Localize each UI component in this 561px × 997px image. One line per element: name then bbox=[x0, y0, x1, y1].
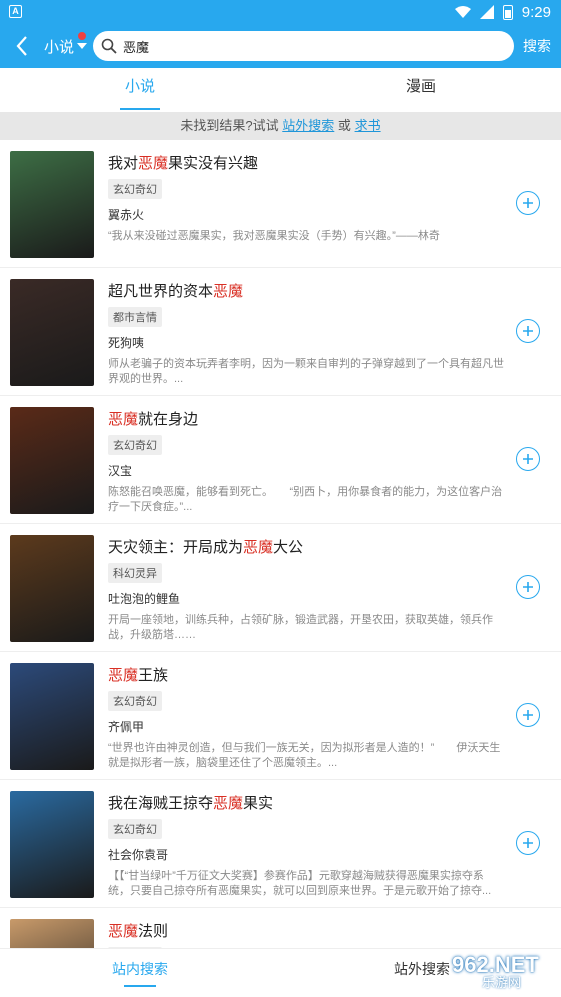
book-author: 齐佩甲 bbox=[108, 720, 145, 734]
book-title: 我在海贼王掠夺恶魔果实 bbox=[108, 792, 273, 813]
add-to-shelf-button[interactable] bbox=[516, 191, 540, 215]
book-list-item[interactable]: 我在海贼王掠夺恶魔果实 玄幻奇幻 社会你袁哥 【【“甘当绿叶”千万征文大奖赛】参… bbox=[0, 780, 561, 908]
title-pre: 我在海贼王掠夺 bbox=[108, 795, 214, 812]
book-description: “我从来没碰过恶魔果实，我对恶魔果实没（手势）有兴趣。”——林奇 bbox=[108, 230, 440, 242]
title-post: 法则 bbox=[138, 923, 169, 940]
no-result-notice: 未找到结果?试试 站外搜索 或 求书 bbox=[0, 112, 561, 140]
plus-icon bbox=[523, 582, 533, 592]
plus-icon bbox=[523, 326, 533, 336]
back-arrow-icon bbox=[16, 36, 27, 56]
title-highlight: 恶魔 bbox=[108, 923, 139, 940]
book-list-item[interactable]: 天灾领主：开局成为恶魔大公 科幻灵异 吐泡泡的鲤鱼 开局一座领地，训练兵种，占领… bbox=[0, 524, 561, 652]
search-icon bbox=[101, 38, 117, 54]
book-title: 天灾领主：开局成为恶魔大公 bbox=[108, 536, 303, 557]
plus-icon bbox=[523, 454, 533, 464]
title-pre: 天灾领主：开局成为 bbox=[108, 539, 244, 556]
book-description: “世界也许由神灵创造，但与我们一族无关，因为拟形者是人造的！” 伊沃天生就是拟形… bbox=[108, 742, 501, 769]
app-bar: 小说 恶魔 搜索 bbox=[0, 24, 561, 68]
result-tabs: 小说 漫画 bbox=[0, 68, 561, 112]
book-list-item[interactable]: 恶魔就在身边 玄幻奇幻 汉宝 陈怒能召唤恶魔，能够看到死亡。 “别西卜，用你暴食… bbox=[0, 396, 561, 524]
book-author: 翼赤火 bbox=[108, 208, 145, 222]
tab-indicator bbox=[120, 108, 160, 110]
book-list-item[interactable]: 超凡世界的资本恶魔 都市言情 死狗咦 师从老骗子的资本玩弄者李明，因为一颗来自审… bbox=[0, 268, 561, 396]
genre-tag: 玄幻奇幻 bbox=[108, 819, 162, 839]
battery-icon bbox=[502, 4, 513, 20]
book-description: 开局一座领地，训练兵种，占领矿脉，锻造武器，开垦农田，获取英雄，领兵作战，升级筋… bbox=[108, 614, 493, 641]
status-icons: 9:29 bbox=[454, 3, 551, 21]
book-author: 死狗咦 bbox=[108, 336, 145, 350]
book-title: 超凡世界的资本恶魔 bbox=[108, 280, 243, 301]
book-title: 恶魔王族 bbox=[108, 664, 168, 685]
notification-dot bbox=[78, 32, 86, 40]
plus-icon bbox=[523, 198, 533, 208]
plus-icon bbox=[523, 710, 533, 720]
genre-tag: 玄幻奇幻 bbox=[108, 435, 162, 455]
title-pre: 我对 bbox=[108, 155, 139, 172]
book-cover bbox=[10, 663, 94, 770]
tab-inner-search[interactable]: 站内搜索 bbox=[112, 959, 168, 979]
status-bar: A 9:29 bbox=[0, 0, 561, 24]
book-list-item[interactable]: 我对恶魔果实没有兴趣 玄幻奇幻 翼赤火 “我从来没碰过恶魔果实，我对恶魔果实没（… bbox=[0, 140, 561, 268]
category-dropdown[interactable]: 小说 bbox=[44, 32, 88, 58]
title-highlight: 恶魔 bbox=[138, 155, 169, 172]
book-author: 汉宝 bbox=[108, 464, 133, 478]
book-description: 【【“甘当绿叶”千万征文大奖赛】参赛作品】元歌穿越海贼获得恶魔果实掠夺系统，只要… bbox=[108, 870, 492, 897]
book-title: 恶魔就在身边 bbox=[108, 408, 198, 429]
book-description: 陈怒能召唤恶魔，能够看到死亡。 “别西卜，用你暴食者的能力，为这位客户治疗一下厌… bbox=[108, 486, 503, 513]
back-button[interactable] bbox=[8, 32, 36, 60]
book-author: 社会你袁哥 bbox=[108, 848, 169, 862]
tab-comic[interactable]: 漫画 bbox=[389, 68, 453, 112]
notice-or: 或 bbox=[337, 118, 351, 133]
book-list: 我对恶魔果实没有兴趣 玄幻奇幻 翼赤火 “我从来没碰过恶魔果实，我对恶魔果实没（… bbox=[0, 140, 561, 997]
genre-tag: 玄幻奇幻 bbox=[108, 179, 162, 199]
title-highlight: 恶魔 bbox=[213, 283, 244, 300]
title-pre: 超凡世界的资本 bbox=[108, 283, 214, 300]
book-author: 吐泡泡的鲤鱼 bbox=[108, 592, 181, 606]
book-cover bbox=[10, 407, 94, 514]
search-button[interactable]: 搜索 bbox=[523, 36, 551, 56]
book-title: 我对恶魔果实没有兴趣 bbox=[108, 152, 258, 173]
book-cover bbox=[10, 535, 94, 642]
watermark-sub: 乐游网 bbox=[482, 975, 522, 990]
genre-tag: 都市言情 bbox=[108, 307, 162, 327]
add-to-shelf-button[interactable] bbox=[516, 319, 540, 343]
clock: 9:29 bbox=[521, 3, 551, 21]
title-post: 大公 bbox=[273, 539, 304, 556]
dropdown-arrow-icon bbox=[77, 43, 88, 49]
wifi-icon bbox=[454, 6, 471, 18]
search-query: 恶魔 bbox=[123, 39, 150, 55]
bottom-tab-indicator bbox=[124, 985, 156, 987]
external-search-link[interactable]: 站外搜索 bbox=[282, 118, 334, 133]
add-to-shelf-button[interactable] bbox=[516, 703, 540, 727]
notice-text: 未找到结果?试试 bbox=[180, 118, 279, 133]
genre-tag: 玄幻奇幻 bbox=[108, 691, 162, 711]
tab-outer-search[interactable]: 站外搜索 bbox=[394, 959, 450, 979]
genre-tag: 科幻灵异 bbox=[108, 563, 162, 583]
request-book-link[interactable]: 求书 bbox=[355, 118, 381, 133]
notification-icon: A bbox=[9, 5, 22, 18]
book-cover bbox=[10, 151, 94, 258]
plus-icon bbox=[523, 838, 533, 848]
title-post: 就在身边 bbox=[138, 411, 199, 428]
title-highlight: 恶魔 bbox=[108, 411, 139, 428]
tab-novel[interactable]: 小说 bbox=[108, 68, 172, 112]
book-cover bbox=[10, 279, 94, 386]
add-to-shelf-button[interactable] bbox=[516, 831, 540, 855]
title-highlight: 恶魔 bbox=[213, 795, 244, 812]
book-title: 恶魔法则 bbox=[108, 920, 168, 941]
book-description: 师从老骗子的资本玩弄者李明，因为一颗来自审判的子弹穿越到了一个具有超凡世界观的世… bbox=[108, 358, 504, 385]
category-label: 小说 bbox=[44, 38, 75, 56]
add-to-shelf-button[interactable] bbox=[516, 575, 540, 599]
title-post: 王族 bbox=[138, 667, 169, 684]
add-to-shelf-button[interactable] bbox=[516, 447, 540, 471]
book-list-item[interactable]: 恶魔王族 玄幻奇幻 齐佩甲 “世界也许由神灵创造，但与我们一族无关，因为拟形者是… bbox=[0, 652, 561, 780]
title-post: 果实没有兴趣 bbox=[168, 155, 259, 172]
title-post: 果实 bbox=[243, 795, 274, 812]
title-highlight: 恶魔 bbox=[243, 539, 274, 556]
book-cover bbox=[10, 791, 94, 898]
search-input[interactable]: 恶魔 bbox=[93, 31, 514, 61]
title-highlight: 恶魔 bbox=[108, 667, 139, 684]
signal-icon bbox=[479, 5, 494, 19]
